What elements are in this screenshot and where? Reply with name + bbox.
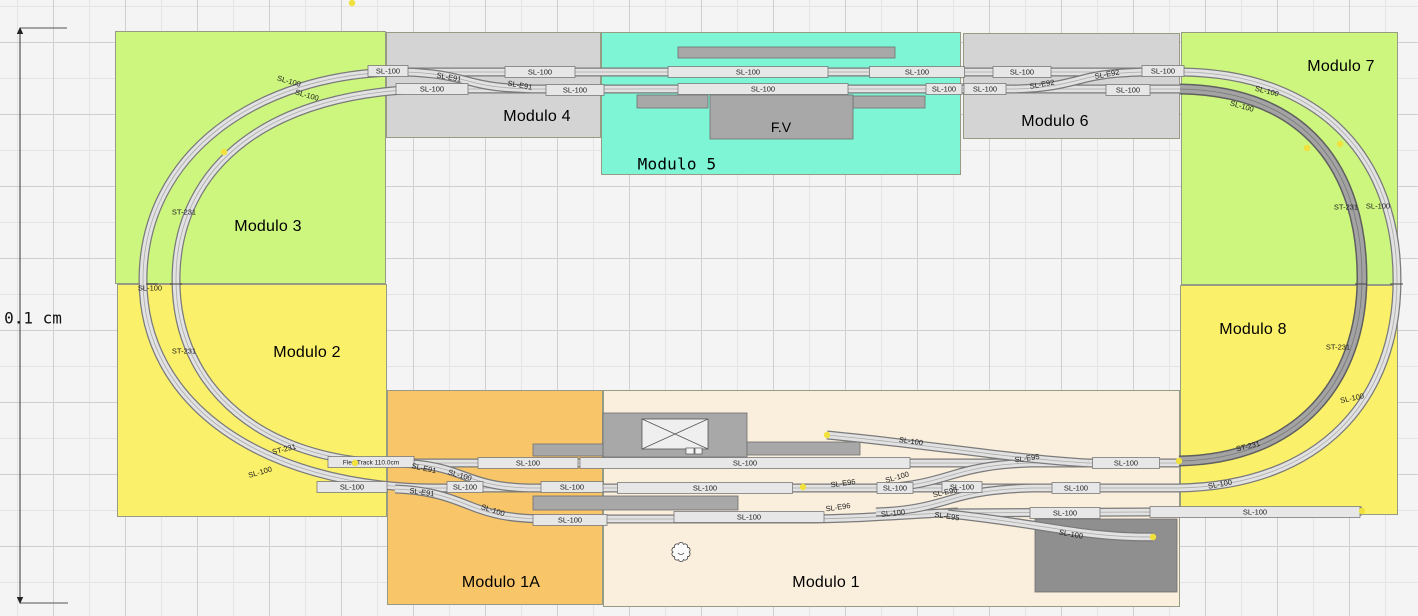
track-piece-label-45: SL-100 [883, 484, 907, 493]
loose-end-dot-1 [349, 0, 355, 6]
track-piece-label-47: SL-100 [1064, 484, 1088, 493]
track-piece-label-26: ST-231 [1334, 203, 1358, 212]
track-piece-label-42: SL-100 [693, 484, 717, 493]
track-inner-loop-layer1 [176, 89, 1180, 463]
yard-platform-right[interactable] [747, 442, 860, 455]
track-piece-label-3: SL-100 [528, 68, 552, 77]
track-piece-label-12: SL-100 [751, 85, 775, 94]
loose-end-dot-6 [800, 484, 806, 490]
module-label-modulo-3: Modulo 3 [234, 218, 301, 236]
scale-label: 0.1 cm [4, 309, 62, 328]
track-piece-label-22: ST-231 [271, 442, 297, 457]
module-label-modulo-1a: Modulo 1A [462, 574, 540, 592]
track-piece-label-40: SL-100 [453, 483, 477, 492]
loose-end-dot-9 [1359, 508, 1365, 514]
track-piece-label-31: SL-100 [1207, 478, 1232, 491]
loose-end-dot-3 [1304, 145, 1310, 151]
track-piece-label-35: SL-100 [733, 459, 757, 468]
module-label-modulo-2: Modulo 2 [273, 344, 340, 362]
track-piece-label-54: SL-100 [737, 513, 761, 522]
track-piece-label-38: SL-100 [340, 483, 364, 492]
loose-end-dot-7 [824, 432, 830, 438]
track-piece-label-59: SL-100 [447, 468, 473, 483]
track-piece-label-4: SL-100 [736, 68, 760, 77]
track-inner-loop[interactable] [176, 89, 1180, 463]
track-piece-label-27: SL-100 [1366, 202, 1390, 211]
track-piece-label-9: SL-100 [420, 85, 444, 94]
track-piece-label-14: SL-100 [973, 85, 997, 94]
module-label-modulo-1: Modulo 1 [792, 574, 859, 592]
track-inner-loop-layer2 [176, 89, 1180, 463]
loose-end-dot-10 [1176, 458, 1182, 464]
track-piece-label-21: ST-231 [172, 347, 196, 356]
canvas: SL-100SL-E91SL-100SL-100SL-100SL-100SL-E… [0, 0, 1418, 616]
track-piece-label-52: SL-100 [1243, 508, 1267, 517]
track-piece-label-32: Flex Track 110.0cm [343, 460, 399, 467]
track-piece-label-51: SL-100 [1053, 509, 1077, 518]
track-piece-label-11: SL-100 [563, 86, 587, 95]
track-inner-loop-right-curve-layer1 [1179, 89, 1362, 461]
yard-platform-left[interactable] [533, 444, 603, 456]
station-platform-left[interactable] [637, 95, 708, 108]
track-piece-label-19: ST-231 [172, 208, 196, 217]
track-inner-loop-right-curve[interactable] [1179, 89, 1362, 461]
loose-end-dot-5 [352, 460, 358, 466]
loose-end-dot-8 [1150, 534, 1156, 540]
track-piece-label-34: SL-100 [516, 459, 540, 468]
track-piece-label-6: SL-100 [1010, 68, 1034, 77]
loose-end-dot-4 [1337, 141, 1343, 147]
track-piece-label-50: SL-E96 [825, 501, 851, 513]
track-piece-label-16: SL-100 [1116, 86, 1140, 95]
building-label-fv: F.V [771, 119, 791, 135]
track-piece-label-8: SL-100 [1151, 67, 1175, 76]
track-piece-label-23: SL-100 [247, 465, 273, 480]
track-piece-label-28: ST-231 [1326, 343, 1350, 352]
track-inner-loop-right-curve-layer2 [1179, 89, 1362, 461]
shed-door-1 [686, 448, 694, 454]
track-piece-label-5: SL-100 [905, 68, 929, 77]
station-platform-right[interactable] [853, 96, 925, 108]
module-label-modulo-6: Modulo 6 [1021, 113, 1088, 131]
module-label-modulo-5: Modulo 5 [638, 155, 717, 174]
tree-icon[interactable] [672, 543, 690, 562]
shed-door-2 [695, 448, 702, 454]
loose-end-dot-2 [221, 149, 227, 155]
station-platform-top[interactable] [678, 47, 895, 58]
track-plan-svg: SL-100SL-E91SL-100SL-100SL-100SL-100SL-E… [0, 0, 1418, 616]
track-piece-label-18: SL-100 [294, 88, 320, 103]
track-piece-label-20: SL-100 [138, 284, 162, 293]
module-label-modulo-7: Modulo 7 [1307, 58, 1374, 76]
track-piece-label-53: SL-100 [558, 516, 582, 525]
track-piece-label-37: SL-100 [1114, 459, 1138, 468]
module-label-modulo-4: Modulo 4 [503, 108, 570, 126]
track-piece-label-13: SL-100 [932, 85, 956, 94]
yard-platform-low[interactable] [533, 496, 738, 510]
track-piece-label-41: SL-100 [560, 483, 584, 492]
track-piece-label-1: SL-100 [376, 67, 400, 76]
module-label-modulo-8: Modulo 8 [1219, 321, 1286, 339]
